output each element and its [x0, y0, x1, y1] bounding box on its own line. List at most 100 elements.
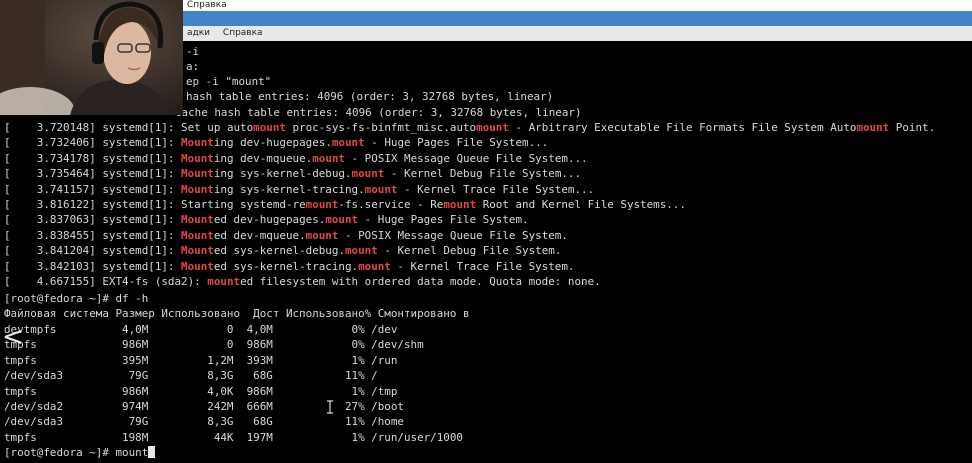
- mount-highlight: mount: [207, 275, 241, 288]
- df-row: /dev/sda2 974M 242M 666M 27% /boot: [4, 400, 404, 413]
- log-line: [ 4.667155] EXT4-fs (sda2): mounted file…: [4, 274, 601, 289]
- log-text: ed sys-kernel-debug.: [213, 244, 345, 258]
- title-accent-bar: [183, 11, 972, 26]
- log-source: systemd[1]:: [102, 121, 182, 134]
- mount-highlight: Mount: [181, 213, 214, 227]
- mount-highlight: Mount: [181, 244, 214, 258]
- terminal-fragment: -i: [186, 45, 200, 58]
- log-text: Starting systemd-re: [181, 198, 306, 211]
- log-source: systemd[1]:: [102, 213, 182, 227]
- log-text: - Arbitrary Executable File Formats File…: [508, 121, 857, 134]
- log-timestamp: [ 3.732406]: [4, 136, 103, 150]
- window-title: Справка: [183, 0, 972, 11]
- log-timestamp: [ 3.734178]: [4, 151, 103, 165]
- menu-item-bookmarks[interactable]: адки: [187, 28, 210, 38]
- log-text: ing sys-kernel-debug.: [213, 167, 352, 181]
- mount-highlight: mount: [856, 121, 890, 134]
- mount-highlight: mount: [476, 121, 509, 134]
- mount-highlight: Mount: [181, 167, 214, 181]
- log-source: systemd[1]:: [102, 198, 182, 211]
- df-row: tmpfs 986M 4,0K 986M 1% /tmp: [4, 384, 398, 398]
- mount-highlight: mount: [344, 244, 378, 258]
- log-line: [ 3.732406] systemd[1]: Mounting dev-hug…: [4, 135, 548, 150]
- df-header: Файловая система Размер Использовано Дос…: [4, 307, 470, 320]
- mount-highlight: Mount: [181, 136, 214, 150]
- df-command-line: [root@fedora ~]# df -h: [4, 292, 149, 305]
- log-timestamp: [ 3.741157]: [4, 182, 103, 196]
- log-text: ing sys-kernel-tracing.: [213, 182, 365, 196]
- df-row: tmpfs 395M 1,2M 393M 1% /run: [4, 353, 398, 367]
- terminal-fragment: cache hash table entries: 4096 (order: 3…: [175, 106, 582, 119]
- log-timestamp: [ 3.841204]: [4, 244, 103, 258]
- mount-highlight: Mount: [181, 182, 214, 196]
- log-source: systemd[1]:: [102, 259, 182, 273]
- log-line: [ 3.734178] systemd[1]: Mounting dev-mqu…: [4, 151, 588, 166]
- log-line: [ 3.720148] systemd[1]: Set up automount…: [4, 120, 935, 135]
- log-line: [ 3.838455] systemd[1]: Mounted dev-mque…: [4, 228, 568, 243]
- mount-highlight: mount: [351, 167, 385, 181]
- log-source: systemd[1]:: [102, 244, 182, 258]
- log-timestamp: [ 3.720148]: [4, 121, 103, 134]
- log-text: ed dev-hugepages.: [213, 213, 326, 227]
- text-cursor: [148, 446, 156, 458]
- log-timestamp: [ 3.838455]: [4, 228, 103, 242]
- mount-highlight: mount: [443, 198, 477, 211]
- log-timestamp: [ 3.735464]: [4, 167, 103, 181]
- log-text: -fs.service - Re: [338, 198, 444, 211]
- prompt-text: [root@fedora ~]# mount: [4, 446, 149, 459]
- log-source: EXT4-fs (sda2):: [102, 275, 208, 288]
- menu-bar: адки Справка: [183, 26, 972, 41]
- log-text: ed filesystem with ordered data mode. Qu…: [240, 275, 601, 288]
- log-line: [ 3.837063] systemd[1]: Mounted dev-huge…: [4, 212, 529, 227]
- log-text: - Kernel Debug File System...: [384, 167, 582, 181]
- webcam-overlay: [0, 0, 183, 115]
- log-timestamp: [ 3.837063]: [4, 213, 103, 227]
- log-source: systemd[1]:: [102, 151, 182, 165]
- log-timestamp: [ 3.816122]: [4, 198, 103, 211]
- log-text: - POSIX Message Queue File System.: [338, 228, 568, 242]
- df-row: /dev/sda3 79G 8,3G 68G 11% /home: [4, 415, 404, 429]
- mount-highlight: mount: [312, 151, 345, 165]
- log-text: - Kernel Trace File System.: [390, 259, 575, 273]
- df-row: devtmpfs 4,0M 0 4,0M 0% /dev: [4, 323, 398, 336]
- log-text: proc-sys-fs-binfmt_misc.auto: [285, 121, 477, 134]
- df-row: tmpfs 986M 0 986M 0% /dev/shm: [4, 338, 424, 352]
- log-line: [ 3.841204] systemd[1]: Mounted sys-kern…: [4, 243, 561, 258]
- mount-highlight: mount: [331, 136, 365, 150]
- mount-highlight: Mount: [181, 151, 214, 165]
- log-source: systemd[1]:: [102, 228, 182, 242]
- mount-highlight: mount: [253, 121, 286, 134]
- log-text: ed dev-mqueue.: [213, 228, 306, 242]
- log-line: [ 3.816122] systemd[1]: Starting systemd…: [4, 197, 686, 212]
- terminal-fragment: a:: [186, 60, 200, 73]
- log-text: - POSIX Message Queue File System...: [345, 151, 588, 165]
- log-text: ed sys-kernel-tracing.: [213, 259, 359, 273]
- mount-highlight: Mount: [181, 259, 214, 273]
- log-text: Point.: [889, 121, 936, 134]
- mount-highlight: Mount: [181, 228, 214, 242]
- log-timestamp: [ 3.842103]: [4, 259, 103, 273]
- text-ibeam-cursor-icon: [327, 400, 333, 414]
- log-text: Root and Kernel File Systems...: [476, 198, 686, 211]
- log-text: - Huge Pages File System...: [364, 136, 549, 150]
- mount-highlight: mount: [325, 213, 359, 227]
- log-source: systemd[1]:: [102, 136, 182, 150]
- log-source: systemd[1]:: [102, 167, 182, 181]
- log-text: - Kernel Debug File System.: [377, 244, 562, 258]
- df-row: /dev/sda3 79G 8,3G 68G 11% /: [4, 369, 378, 383]
- log-line: [ 3.842103] systemd[1]: Mounted sys-kern…: [4, 259, 574, 274]
- terminal-fragment: hash table entries: 4096 (order: 3, 3276…: [186, 90, 554, 103]
- current-prompt: [root@fedora ~]# mount: [4, 445, 156, 460]
- previous-arrow-icon[interactable]: <: [2, 322, 24, 352]
- log-text: ing dev-mqueue.: [213, 151, 313, 165]
- log-line: [ 3.741157] systemd[1]: Mounting sys-ker…: [4, 182, 594, 197]
- log-line: [ 3.735464] systemd[1]: Mounting sys-ker…: [4, 166, 581, 181]
- mount-highlight: mount: [358, 259, 391, 273]
- terminal-fragment: ep -i "mount": [186, 75, 272, 88]
- mount-highlight: mount: [305, 198, 339, 211]
- df-row: tmpfs 198M 44K 197M 1% /run/user/1000: [4, 430, 463, 444]
- menu-item-help[interactable]: Справка: [223, 28, 263, 38]
- log-text: - Huge Pages File System.: [358, 213, 529, 227]
- mount-highlight: mount: [364, 182, 398, 196]
- log-text: Set up auto: [181, 121, 254, 134]
